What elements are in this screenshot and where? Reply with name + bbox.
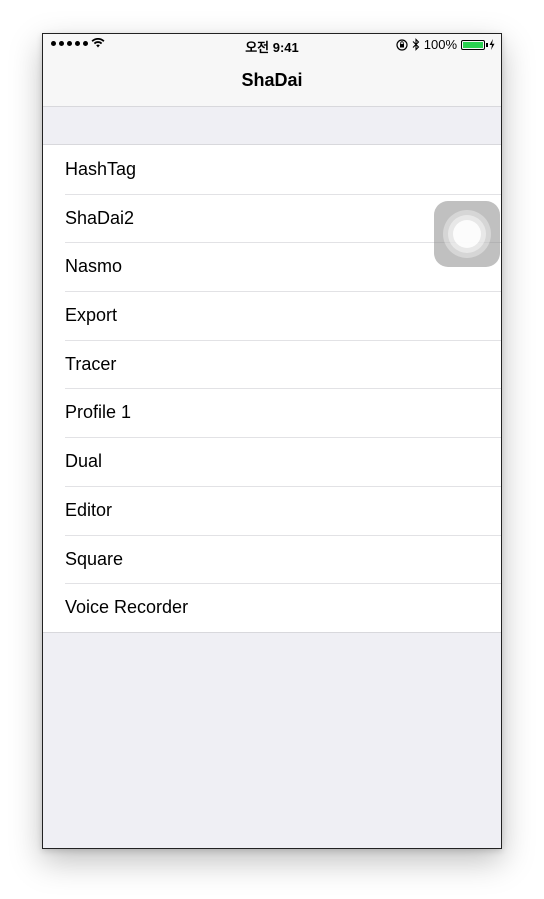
page-title: ShaDai xyxy=(241,70,303,90)
assistive-touch-ring xyxy=(448,215,486,253)
status-indicators: 100% xyxy=(396,37,495,52)
phone-screen: 오전 9:41 100% ShaDai HashTag ShaDai2 Nasm… xyxy=(42,33,502,849)
list-item-editor[interactable]: Editor xyxy=(43,485,501,535)
battery-percent: 100% xyxy=(423,37,457,52)
assistive-touch-button[interactable] xyxy=(434,201,500,267)
navigation-bar: ShaDai xyxy=(43,56,501,107)
list-item-dual[interactable]: Dual xyxy=(43,437,501,486)
orientation-lock-icon xyxy=(396,38,408,51)
status-bar: 오전 9:41 100% xyxy=(43,34,501,56)
list-item-export[interactable]: Export xyxy=(43,291,501,340)
battery-level-fill xyxy=(463,41,483,48)
list-item-tracer[interactable]: Tracer xyxy=(43,339,501,389)
charging-bolt-icon xyxy=(489,39,495,50)
battery-tip xyxy=(486,42,488,47)
assistive-touch-icon xyxy=(443,210,491,258)
menu-list: HashTag ShaDai2 Nasmo Export Tracer Prof… xyxy=(43,144,501,633)
list-item-profile-1[interactable]: Profile 1 xyxy=(43,388,501,437)
bluetooth-icon xyxy=(412,38,420,51)
list-item-square[interactable]: Square xyxy=(43,534,501,584)
battery-icon xyxy=(461,39,488,50)
list-item-hashtag[interactable]: HashTag xyxy=(43,145,501,194)
assistive-touch-core xyxy=(453,220,481,248)
list-item-voice-recorder[interactable]: Voice Recorder xyxy=(43,583,501,632)
list-item-nasmo[interactable]: Nasmo xyxy=(43,242,501,291)
list-item-shadai2[interactable]: ShaDai2 xyxy=(43,193,501,243)
